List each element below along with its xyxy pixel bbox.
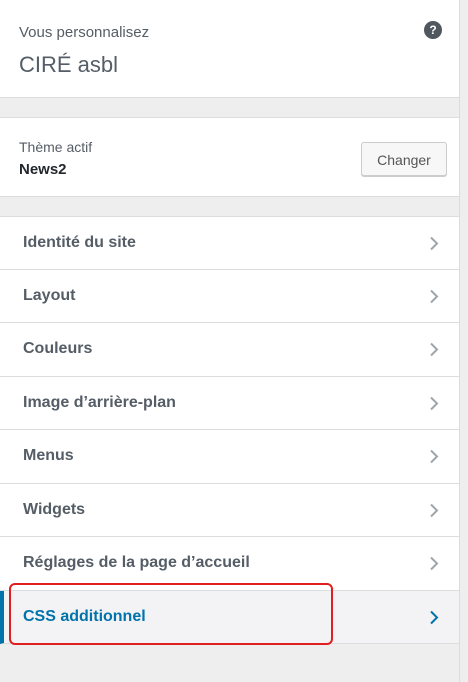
active-theme-section: Thème actif News2 Changer [0,117,459,197]
section-label: Widgets [23,500,86,518]
section-menus[interactable]: Menus [0,430,459,484]
customizer-info: Vous personnalisez CIRÉ asbl ? [0,0,459,98]
section-label: Menus [23,447,74,464]
customizing-label: Vous personnalisez [19,24,150,41]
chevron-right-icon [429,449,439,464]
section-colors[interactable]: Couleurs [0,323,459,377]
chevron-right-icon [429,396,439,411]
section-label: Image d’arrière-plan [23,393,176,411]
section-layout[interactable]: Layout [0,269,459,323]
active-theme-label: Thème actif [19,139,93,155]
chevron-right-icon [429,610,439,625]
help-icon[interactable]: ? [424,21,442,39]
section-label: Réglages de la page d’accueil [23,554,250,571]
chevron-right-icon [429,236,439,251]
chevron-right-icon [429,556,439,571]
section-additional-css[interactable]: CSS additionnel [0,590,459,644]
section-widgets[interactable]: Widgets [0,483,459,537]
chevron-right-icon [429,342,439,357]
site-title: CIRÉ asbl [19,52,119,77]
section-label: CSS additionnel [23,607,146,625]
section-homepage-settings[interactable]: Réglages de la page d’accueil [0,537,459,591]
customizer-panel: Vous personnalisez CIRÉ asbl ? Thème act… [0,0,460,682]
chevron-right-icon [429,503,439,518]
section-label: Layout [23,286,76,304]
change-theme-button[interactable]: Changer [361,142,447,176]
section-site-identity[interactable]: Identité du site [0,216,459,270]
section-label: Couleurs [23,340,93,357]
customizer-sections-list: Identité du site Layout Couleurs Image d… [0,216,459,644]
section-background-image[interactable]: Image d’arrière-plan [0,376,459,430]
chevron-right-icon [429,289,439,304]
active-theme-name: News2 [19,161,67,178]
section-label: Identité du site [23,234,136,251]
